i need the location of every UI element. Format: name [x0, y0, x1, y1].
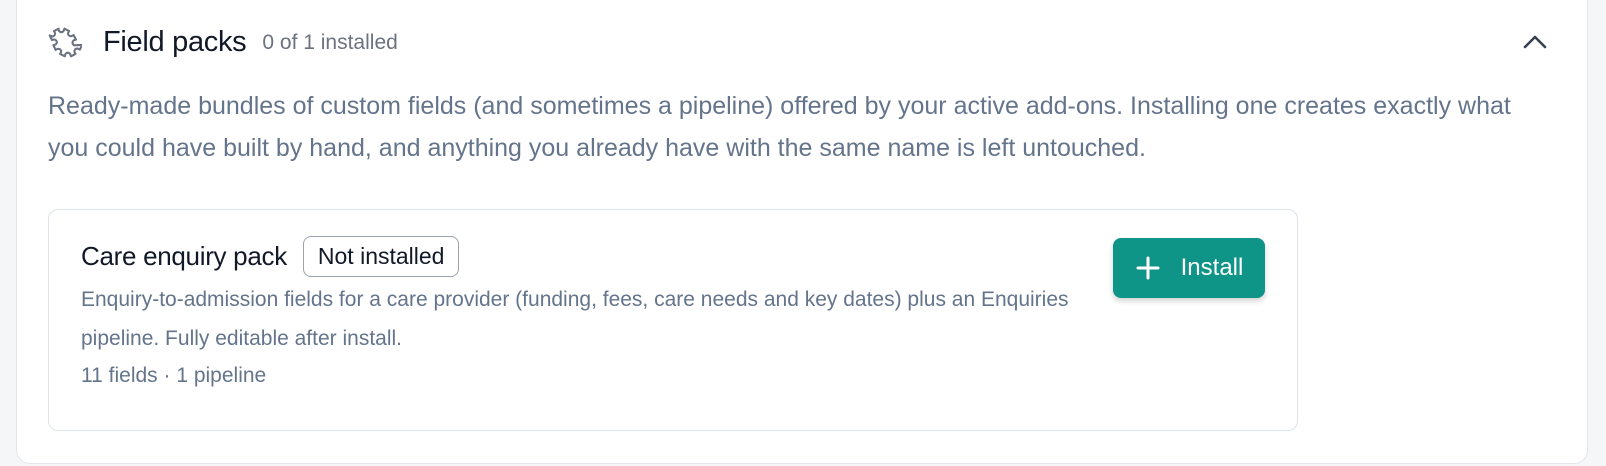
- installed-count: 0 of 1 installed: [262, 31, 398, 54]
- field-packs-panel: Field packs 0 of 1 installed Ready-made …: [16, 0, 1588, 464]
- panel-description: Ready-made bundles of custom fields (and…: [48, 92, 1511, 162]
- install-button[interactable]: Install: [1113, 238, 1265, 298]
- pack-header: Care enquiry pack Not installed: [81, 236, 460, 277]
- chevron-up-icon: [1522, 34, 1548, 55]
- pack-meta: 11 fields · 1 pipeline: [81, 364, 267, 387]
- collapse-button[interactable]: [1517, 26, 1553, 62]
- install-label: Install: [1180, 254, 1244, 281]
- page-title: Field packs: [103, 25, 247, 58]
- pack-name: Care enquiry pack: [81, 241, 287, 271]
- panel-header: Field packs 0 of 1 installed: [47, 19, 398, 65]
- puzzle-icon: [47, 24, 83, 60]
- status-badge: Not installed: [302, 236, 460, 277]
- pack-card: Care enquiry pack Not installed Enquiry-…: [48, 209, 1298, 431]
- pack-description: Enquiry-to-admission fields for a care p…: [81, 288, 1069, 350]
- plus-icon: [1135, 255, 1161, 281]
